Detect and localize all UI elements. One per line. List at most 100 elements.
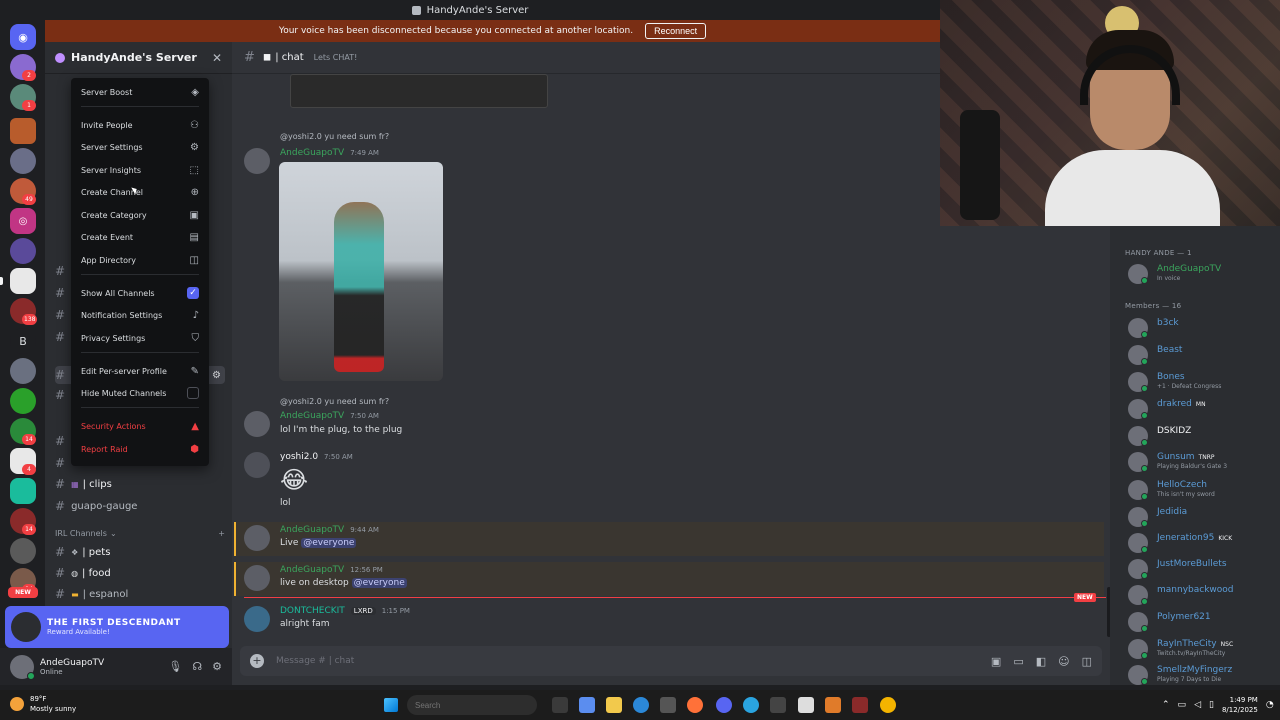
member-item[interactable]: Gunsum TNRP Playing Baldur's Gate 3 (1128, 450, 1278, 472)
chevron-up-icon[interactable]: ⌃ (1162, 700, 1170, 710)
app-icon[interactable] (825, 697, 841, 713)
server-icon-10[interactable] (10, 388, 36, 414)
server-icon-13[interactable] (10, 478, 36, 504)
mention-everyone[interactable]: @everyone (351, 578, 407, 588)
server-icon-3[interactable] (10, 118, 36, 144)
menu-item-invite-people[interactable]: Invite People ⚇ (77, 115, 203, 135)
channel-item-pets[interactable]: # ❖ | pets (55, 543, 225, 561)
avatar[interactable] (244, 565, 270, 591)
home-button[interactable]: ◉ (10, 24, 36, 50)
battery-icon[interactable]: ▯ (1209, 700, 1214, 710)
app-icon[interactable] (852, 697, 868, 713)
member-item[interactable]: Beast (1128, 343, 1278, 365)
server-icon-15[interactable] (10, 538, 36, 564)
member-item[interactable]: Jedidia (1128, 505, 1278, 527)
checkbox-checked-icon[interactable]: ✓ (187, 287, 199, 299)
taskbar-clock[interactable]: 1:49 PM 8/12/2025 (1222, 695, 1258, 715)
edge-icon[interactable] (633, 697, 649, 713)
file-explorer-icon[interactable] (606, 697, 622, 713)
member-item[interactable]: mannybackwood (1128, 583, 1278, 605)
channel-settings-gear-icon[interactable]: ⚙ (212, 370, 221, 381)
telegram-icon[interactable] (743, 697, 759, 713)
channel-item-clips[interactable]: # ▦ | clips (55, 475, 225, 493)
sticker-icon[interactable]: ◧ (1036, 655, 1046, 668)
member-item[interactable]: Polymer621 (1128, 610, 1278, 632)
firefox-icon[interactable] (687, 697, 703, 713)
reply-reference[interactable]: @yoshi2.0 yu need sum fr? (280, 397, 389, 406)
member-item[interactable]: Jeneration95 KICK (1128, 531, 1278, 553)
menu-item-privacy-settings[interactable]: Privacy Settings ⛉ (77, 328, 203, 348)
reconnect-button[interactable]: Reconnect (645, 23, 707, 39)
network-icon[interactable]: ▭ (1178, 700, 1187, 710)
message-author[interactable]: AndeGuapoTV (280, 525, 344, 535)
menu-item-security-actions[interactable]: Security Actions ▲ (77, 416, 203, 436)
message-input[interactable] (276, 656, 876, 666)
category-irl-channels[interactable]: IRL Channels ⌄ + (55, 529, 225, 538)
checkbox-unchecked-icon[interactable] (187, 387, 199, 399)
mention-everyone[interactable]: @everyone (301, 538, 357, 548)
weather-widget[interactable]: 89°F Mostly sunny (10, 694, 76, 714)
member-item[interactable]: DSKIDZ (1128, 424, 1278, 446)
menu-item-server-boost[interactable]: Server Boost ◈ (77, 82, 203, 102)
channel-item-food[interactable]: # ◍ | food (55, 564, 225, 582)
headphones-icon[interactable]: ☊ (192, 660, 202, 673)
menu-item-app-directory[interactable]: App Directory ◫ (77, 250, 203, 270)
apps-icon[interactable]: ◫ (1082, 655, 1092, 668)
member-item[interactable]: AndeGuapoTV In voice (1128, 262, 1278, 284)
message-author[interactable]: yoshi2.0 (280, 452, 318, 462)
add-channel-icon[interactable]: + (218, 529, 225, 538)
capcut-icon[interactable] (798, 697, 814, 713)
server-icon-4[interactable] (10, 148, 36, 174)
image-attachment[interactable] (279, 162, 443, 381)
microphone-icon[interactable]: 🎙︎ (168, 660, 182, 673)
server-icon-handyande[interactable] (10, 268, 36, 294)
store-icon[interactable] (660, 697, 676, 713)
server-icon-7[interactable] (10, 238, 36, 264)
message-author[interactable]: DONTCHECKIT (280, 606, 345, 616)
member-item[interactable]: HelloCzech This isn't my sword (1128, 478, 1278, 500)
task-view-icon[interactable] (552, 697, 568, 713)
avatar[interactable] (244, 148, 270, 174)
avatar[interactable] (244, 606, 270, 632)
close-icon[interactable]: ✕ (212, 51, 222, 65)
server-icon-b[interactable]: B (10, 328, 36, 354)
menu-item-create-channel[interactable]: Create Channel ⊕ (77, 182, 203, 202)
menu-item-notification-settings[interactable]: Notification Settings ♪ (77, 305, 203, 325)
menu-item-show-all-channels[interactable]: Show All Channels ✓ (77, 283, 203, 303)
avatar[interactable] (244, 525, 270, 551)
server-icon-9[interactable] (10, 358, 36, 384)
gif-icon[interactable]: ▭ (1013, 655, 1023, 668)
discord-taskbar-icon[interactable] (716, 697, 732, 713)
channel-item-espanol[interactable]: # ▬ | espanol (55, 585, 225, 603)
message-author[interactable]: AndeGuapoTV (280, 565, 344, 575)
menu-item-edit-profile[interactable]: Edit Per-server Profile ✎ (77, 361, 203, 381)
avatar[interactable] (244, 452, 270, 478)
volume-icon[interactable]: ◁ (1194, 700, 1201, 710)
image-attachment-preview[interactable] (290, 74, 548, 108)
menu-item-report-raid[interactable]: Report Raid ⬢ (77, 439, 203, 459)
reply-reference[interactable]: @yoshi2.0 yu need sum fr? (280, 132, 389, 141)
message-author[interactable]: AndeGuapoTV (280, 148, 344, 158)
member-item[interactable]: Bones +1 · Defeat Congress (1128, 370, 1278, 392)
channel-item-guapo-gauge[interactable]: # guapo-gauge (55, 497, 225, 515)
gear-icon[interactable]: ⚙ (212, 660, 222, 673)
member-item[interactable]: RayInTheCity NSC Twitch.tv/RayInTheCity (1128, 637, 1278, 659)
game-promo-banner[interactable]: THE FIRST DESCENDANT Reward Available! (5, 606, 229, 648)
menu-item-server-settings[interactable]: Server Settings ⚙ (77, 137, 203, 157)
member-item[interactable]: drakred MN (1128, 397, 1278, 419)
member-item[interactable]: SmellzMyFingerz Playing 7 Days to Die (1128, 663, 1278, 685)
app-icon[interactable] (770, 697, 786, 713)
menu-item-create-category[interactable]: Create Category ▣ (77, 205, 203, 225)
user-avatar[interactable] (10, 654, 35, 680)
server-header[interactable]: HandyAnde's Server ✕ (45, 42, 232, 74)
new-servers-badge[interactable]: NEW (8, 587, 38, 598)
chrome-icon[interactable] (880, 697, 896, 713)
windows-start-icon[interactable] (384, 698, 398, 712)
message-author[interactable]: AndeGuapoTV (280, 411, 344, 421)
avatar[interactable] (244, 411, 270, 437)
taskbar-search[interactable] (407, 695, 537, 715)
emoji-icon[interactable]: ☺ (1058, 655, 1069, 668)
copilot-icon[interactable] (579, 697, 595, 713)
server-icon-6[interactable]: ◎ (10, 208, 36, 234)
menu-item-hide-muted-channels[interactable]: Hide Muted Channels (77, 383, 203, 403)
